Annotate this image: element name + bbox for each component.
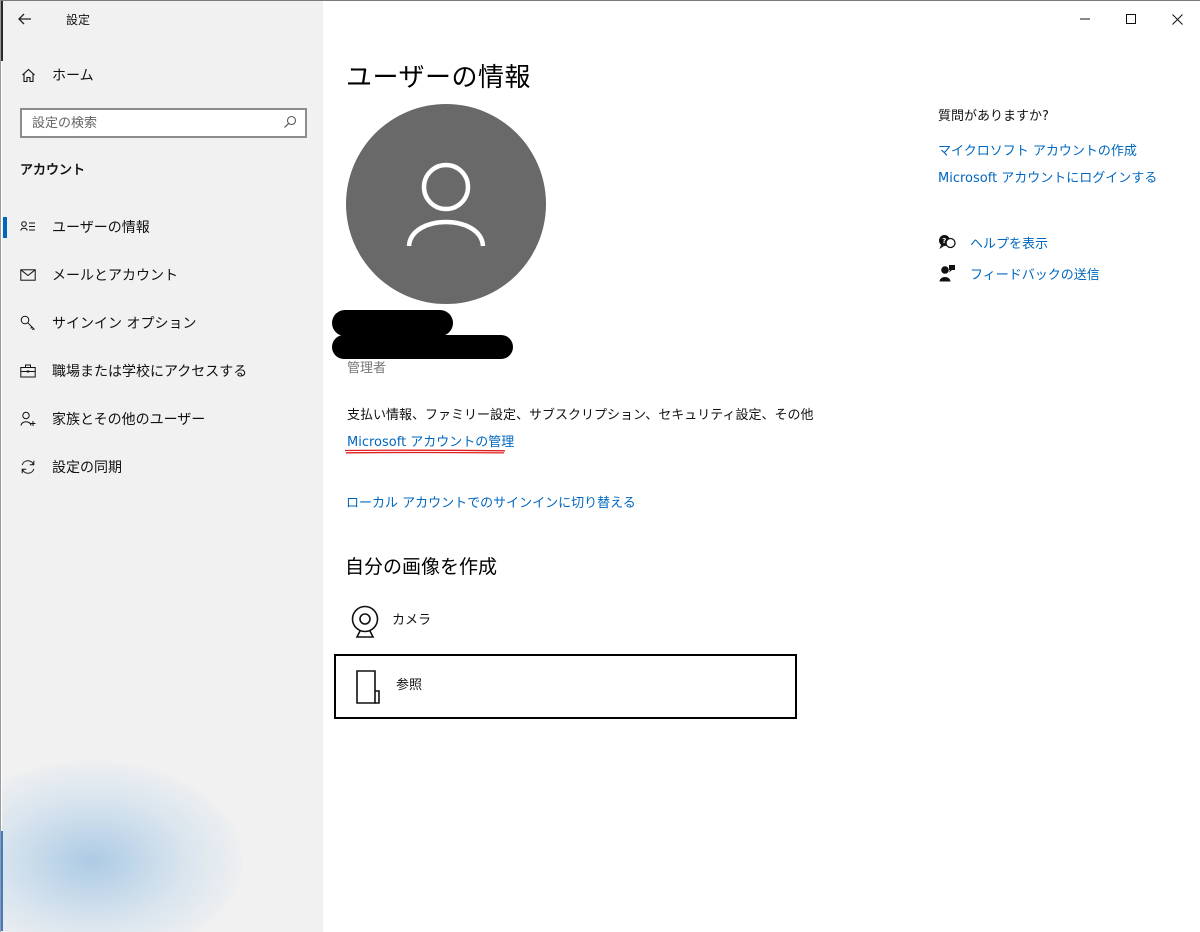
key-icon	[20, 315, 36, 331]
get-help-link[interactable]: ヘルプを表示	[970, 233, 1048, 252]
account-role: 管理者	[347, 361, 387, 376]
app-title: 設定	[66, 12, 91, 27]
nav-home[interactable]: ホーム	[2, 57, 323, 93]
sidebar-background-blur	[2, 761, 242, 932]
person-icon	[406, 162, 486, 247]
feedback-icon	[938, 264, 956, 282]
minimize-icon	[1080, 18, 1090, 20]
mail-icon	[20, 267, 36, 283]
minimize-button[interactable]	[1062, 1, 1108, 37]
home-icon	[20, 67, 36, 83]
sidebar-item-mail[interactable]: メールとアカウント	[2, 251, 323, 299]
account-description: 支払い情報、ファミリー設定、サブスクリプション、セキュリティ設定、その他	[347, 408, 814, 423]
manage-account-link[interactable]: Microsoft アカウントの管理	[347, 431, 514, 450]
create-picture-title: 自分の画像を作成	[345, 556, 498, 578]
section-title: アカウント	[20, 163, 86, 178]
browse-option-label: 参照	[396, 678, 423, 693]
back-arrow-icon	[18, 13, 31, 25]
nav-home-label: ホーム	[52, 68, 94, 84]
faq-title: 質問がありますか?	[938, 109, 1049, 124]
svg-text:?: ?	[942, 237, 946, 245]
settings-window: 設定 ホーム アカウント ユーザーの情報	[0, 0, 1200, 932]
login-account-link[interactable]: Microsoft アカウントにログインする	[938, 167, 1157, 186]
sidebar-item-sync[interactable]: 設定の同期	[2, 443, 323, 491]
sidebar-item-label: サインイン オプション	[52, 316, 197, 332]
sidebar-item-label: ユーザーの情報	[52, 220, 150, 236]
camera-option-label: カメラ	[392, 613, 432, 628]
user-info-icon	[20, 219, 36, 235]
close-icon	[1171, 13, 1183, 25]
red-annotation-underline	[344, 449, 506, 454]
add-person-icon	[20, 411, 36, 427]
help-chat-icon: ?	[938, 233, 956, 251]
file-icon	[350, 666, 388, 708]
sidebar-item-label: 家族とその他のユーザー	[52, 412, 206, 428]
camera-option[interactable]: カメラ	[346, 601, 796, 647]
sidebar-item-label: 職場または学校にアクセスする	[52, 364, 248, 380]
sidebar-item-family[interactable]: 家族とその他のユーザー	[2, 395, 323, 443]
feedback-row[interactable]: フィードバックの送信	[938, 263, 1100, 283]
browse-option[interactable]: 参照	[334, 654, 797, 719]
sidebar-item-label: メールとアカウント	[52, 268, 178, 284]
feedback-link[interactable]: フィードバックの送信	[970, 264, 1100, 283]
close-button[interactable]	[1154, 1, 1200, 37]
sync-icon	[20, 459, 36, 475]
window-edge	[1, 1, 3, 61]
search-box[interactable]	[20, 108, 307, 138]
create-account-link[interactable]: マイクロソフト アカウントの作成	[938, 140, 1137, 159]
search-icon[interactable]	[283, 114, 297, 133]
sidebar-item-label: 設定の同期	[52, 460, 122, 476]
avatar[interactable]	[346, 104, 546, 304]
window-edge	[1, 831, 3, 931]
maximize-icon	[1126, 14, 1136, 24]
redacted-name	[332, 310, 453, 336]
sidebar-item-work-school[interactable]: 職場または学校にアクセスする	[2, 347, 323, 395]
titlebar-left: 設定	[2, 1, 323, 37]
nav-list: ユーザーの情報 メールとアカウント サインイン オプション 職場または学校にアク…	[2, 203, 323, 491]
camera-icon	[346, 601, 384, 643]
sidebar: 設定 ホーム アカウント ユーザーの情報	[2, 1, 323, 932]
back-button[interactable]	[2, 1, 48, 37]
sidebar-item-signin-options[interactable]: サインイン オプション	[2, 299, 323, 347]
sidebar-item-user-info[interactable]: ユーザーの情報	[2, 203, 323, 251]
search-input[interactable]	[32, 115, 262, 131]
redacted-email	[332, 335, 513, 359]
maximize-button[interactable]	[1108, 1, 1154, 37]
briefcase-icon	[20, 363, 36, 379]
switch-local-account-link[interactable]: ローカル アカウントでのサインインに切り替える	[346, 492, 636, 511]
window-controls	[1062, 1, 1200, 37]
page-title: ユーザーの情報	[346, 63, 531, 93]
get-help-row[interactable]: ? ヘルプを表示	[938, 232, 1048, 252]
